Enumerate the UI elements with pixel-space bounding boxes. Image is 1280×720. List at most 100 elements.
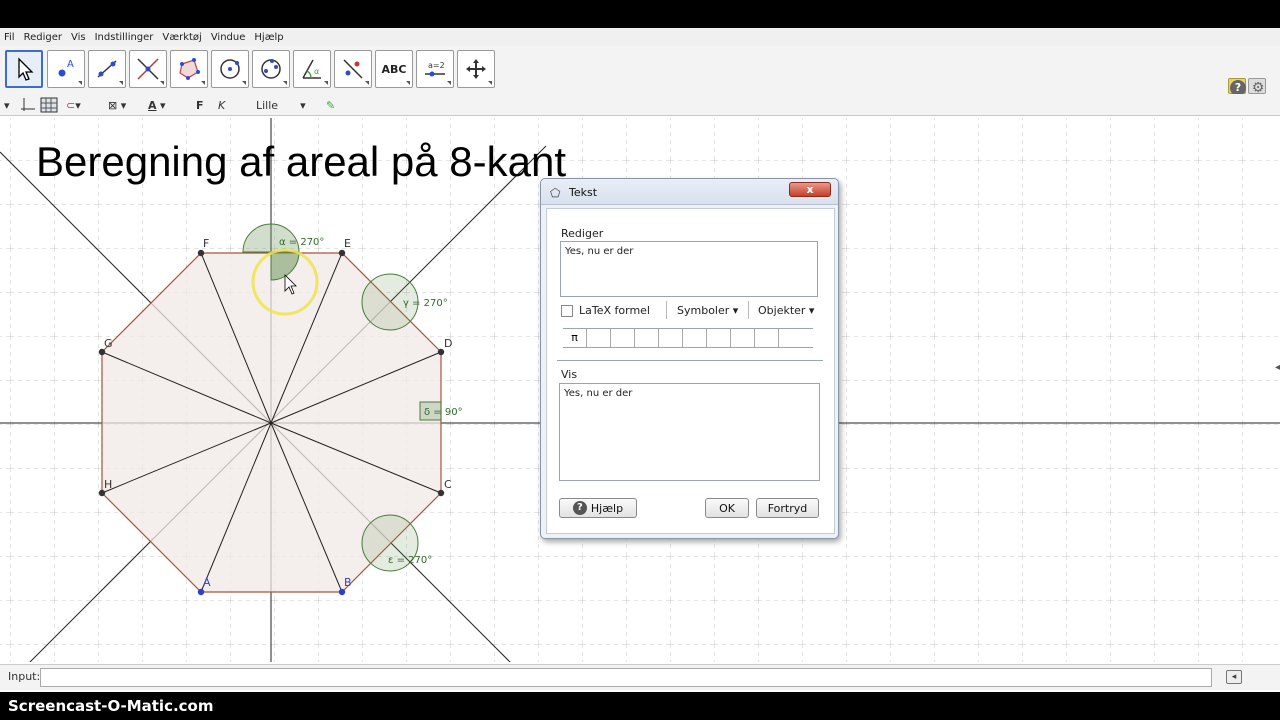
dialog-app-icon: ⬠ xyxy=(550,186,561,200)
dialog-titlebar[interactable]: ⬠ Tekst x xyxy=(541,179,838,205)
objects-dropdown[interactable]: Objekter ▾ xyxy=(758,304,814,317)
point-tool-icon: A xyxy=(58,59,74,77)
help-label: Hjælp xyxy=(590,501,624,515)
move-view-tool-icon xyxy=(466,59,486,79)
separator xyxy=(666,301,667,319)
separator xyxy=(748,301,749,319)
side-panel-toggle-icon[interactable]: ◂ xyxy=(1275,362,1280,373)
preview-area: Yes, nu er der xyxy=(559,383,820,481)
pi-symbol-button[interactable]: π xyxy=(563,329,587,347)
pin-icon[interactable]: ✎ xyxy=(326,97,335,113)
menu-indstillinger[interactable]: Indstillinger xyxy=(95,32,154,43)
dialog-body: Rediger Yes, nu er der LaTeX formel Symb… xyxy=(546,208,835,534)
point-capture-icon[interactable]: ⊂ ▾ xyxy=(66,97,81,113)
menu-fil[interactable]: Fil xyxy=(4,32,15,43)
page-title[interactable]: Beregning af areal på 8-kant xyxy=(36,138,566,186)
help-button[interactable]: ? Hjælp xyxy=(559,498,637,518)
symbol-slot[interactable] xyxy=(659,329,683,347)
reflect-tool-icon xyxy=(343,59,363,79)
perpendicular-tool-icon xyxy=(137,58,159,80)
stylebar-toggle-icon[interactable]: ▾ xyxy=(4,97,10,113)
label-style-icon[interactable]: ⊠ ▾ xyxy=(108,97,126,113)
point-label-b: B xyxy=(344,576,352,589)
edit-group-label: Rediger xyxy=(561,227,604,240)
watermark: Screencast-O-Matic.com xyxy=(8,697,214,715)
point-label-g: G xyxy=(104,337,113,350)
polygon-tool-button[interactable] xyxy=(170,50,208,88)
cancel-button[interactable]: Fortryd xyxy=(756,498,819,518)
ellipse-tool-icon xyxy=(261,59,281,79)
symbol-slot[interactable] xyxy=(731,329,755,347)
angle-gamma-label: γ = 270° xyxy=(403,298,448,309)
symbols-label: Symboler xyxy=(677,304,730,317)
move-view-tool-button[interactable] xyxy=(457,50,495,88)
text-tool-icon: ABC xyxy=(381,62,407,76)
svg-text:A: A xyxy=(67,59,74,70)
latex-label: LaTeX formel xyxy=(579,304,650,317)
toolbar: A α ABC a=2 xyxy=(0,46,1280,94)
line-tool-button[interactable] xyxy=(88,50,126,88)
text-color-button[interactable]: A ▾ xyxy=(148,97,166,113)
circle-tool-icon xyxy=(220,59,240,79)
symbol-slot[interactable] xyxy=(611,329,635,347)
point-label-c: C xyxy=(444,478,452,491)
slider-tool-button[interactable]: a=2 xyxy=(416,50,454,88)
bold-button[interactable]: F xyxy=(196,97,204,113)
point-tool-button[interactable]: A xyxy=(47,50,85,88)
point-label-f: F xyxy=(203,237,209,250)
recorder-bar: Screencast-O-Matic.com xyxy=(0,692,1280,720)
input-field[interactable] xyxy=(40,668,1212,687)
perpendicular-tool-button[interactable] xyxy=(129,50,167,88)
objects-label: Objekter xyxy=(758,304,806,317)
angle-alpha-label: α = 270° xyxy=(279,237,324,248)
edit-textarea[interactable]: Yes, nu er der xyxy=(560,241,818,297)
text-tool-button[interactable]: ABC xyxy=(375,50,413,88)
angle-tool-icon: α xyxy=(302,59,321,79)
angle-tool-button[interactable]: α xyxy=(293,50,331,88)
svg-text:α: α xyxy=(314,67,319,76)
move-tool-icon xyxy=(18,57,34,81)
menu-bar: Fil Rediger Vis Indstillinger Værktøj Vi… xyxy=(0,28,1280,46)
symbol-slot[interactable] xyxy=(755,329,779,347)
input-label: Input: xyxy=(8,670,41,683)
preview-group-label: Vis xyxy=(561,368,578,381)
text-size-value: Lille xyxy=(256,98,279,112)
menu-hjaelp[interactable]: Hjælp xyxy=(254,32,283,43)
dialog-title: Tekst xyxy=(569,186,598,199)
circle-tool-button[interactable] xyxy=(211,50,249,88)
point-label-e: E xyxy=(344,237,351,250)
point-label-a: A xyxy=(203,576,211,589)
ellipse-tool-button[interactable] xyxy=(252,50,290,88)
style-bar: ▾ ⊂ ▾ ⊠ ▾ A ▾ F K Lille ▾ ✎ xyxy=(0,94,1280,116)
help-icon: ? xyxy=(572,501,587,515)
input-bar: Input: ◂ xyxy=(0,664,1280,690)
input-help-icon[interactable]: ◂ xyxy=(1226,670,1242,684)
svg-text:a=2: a=2 xyxy=(428,61,445,70)
symbol-slot[interactable] xyxy=(587,329,611,347)
polygon-tool-icon xyxy=(179,58,200,80)
menu-rediger[interactable]: Rediger xyxy=(24,32,62,43)
angle-epsilon-label: ε = 270° xyxy=(388,555,432,566)
text-dialog: ⬠ Tekst x Rediger Yes, nu er der LaTeX f… xyxy=(540,178,839,539)
menu-vindue[interactable]: Vindue xyxy=(211,32,246,43)
grid-toggle-icon[interactable] xyxy=(40,97,58,113)
italic-button[interactable]: K xyxy=(218,97,225,113)
menu-vaerktoj[interactable]: Værktøj xyxy=(162,32,201,43)
line-tool-icon xyxy=(97,60,117,78)
menu-vis[interactable]: Vis xyxy=(71,32,86,43)
text-color-icon: A xyxy=(148,98,157,112)
symbol-slot[interactable] xyxy=(635,329,659,347)
point-label-h: H xyxy=(104,478,112,491)
symbol-slot[interactable] xyxy=(683,329,707,347)
axes-toggle-icon[interactable] xyxy=(20,97,36,113)
divider xyxy=(557,360,823,361)
latex-checkbox[interactable] xyxy=(561,305,573,317)
symbols-dropdown[interactable]: Symboler ▾ xyxy=(677,304,738,317)
reflect-tool-button[interactable] xyxy=(334,50,372,88)
text-size-select[interactable]: Lille ▾ xyxy=(256,97,306,113)
symbol-slot[interactable] xyxy=(707,329,731,347)
move-tool-button[interactable] xyxy=(5,50,43,88)
slider-tool-icon: a=2 xyxy=(425,61,445,77)
ok-button[interactable]: OK xyxy=(705,498,749,518)
dialog-close-button[interactable]: x xyxy=(789,182,831,197)
